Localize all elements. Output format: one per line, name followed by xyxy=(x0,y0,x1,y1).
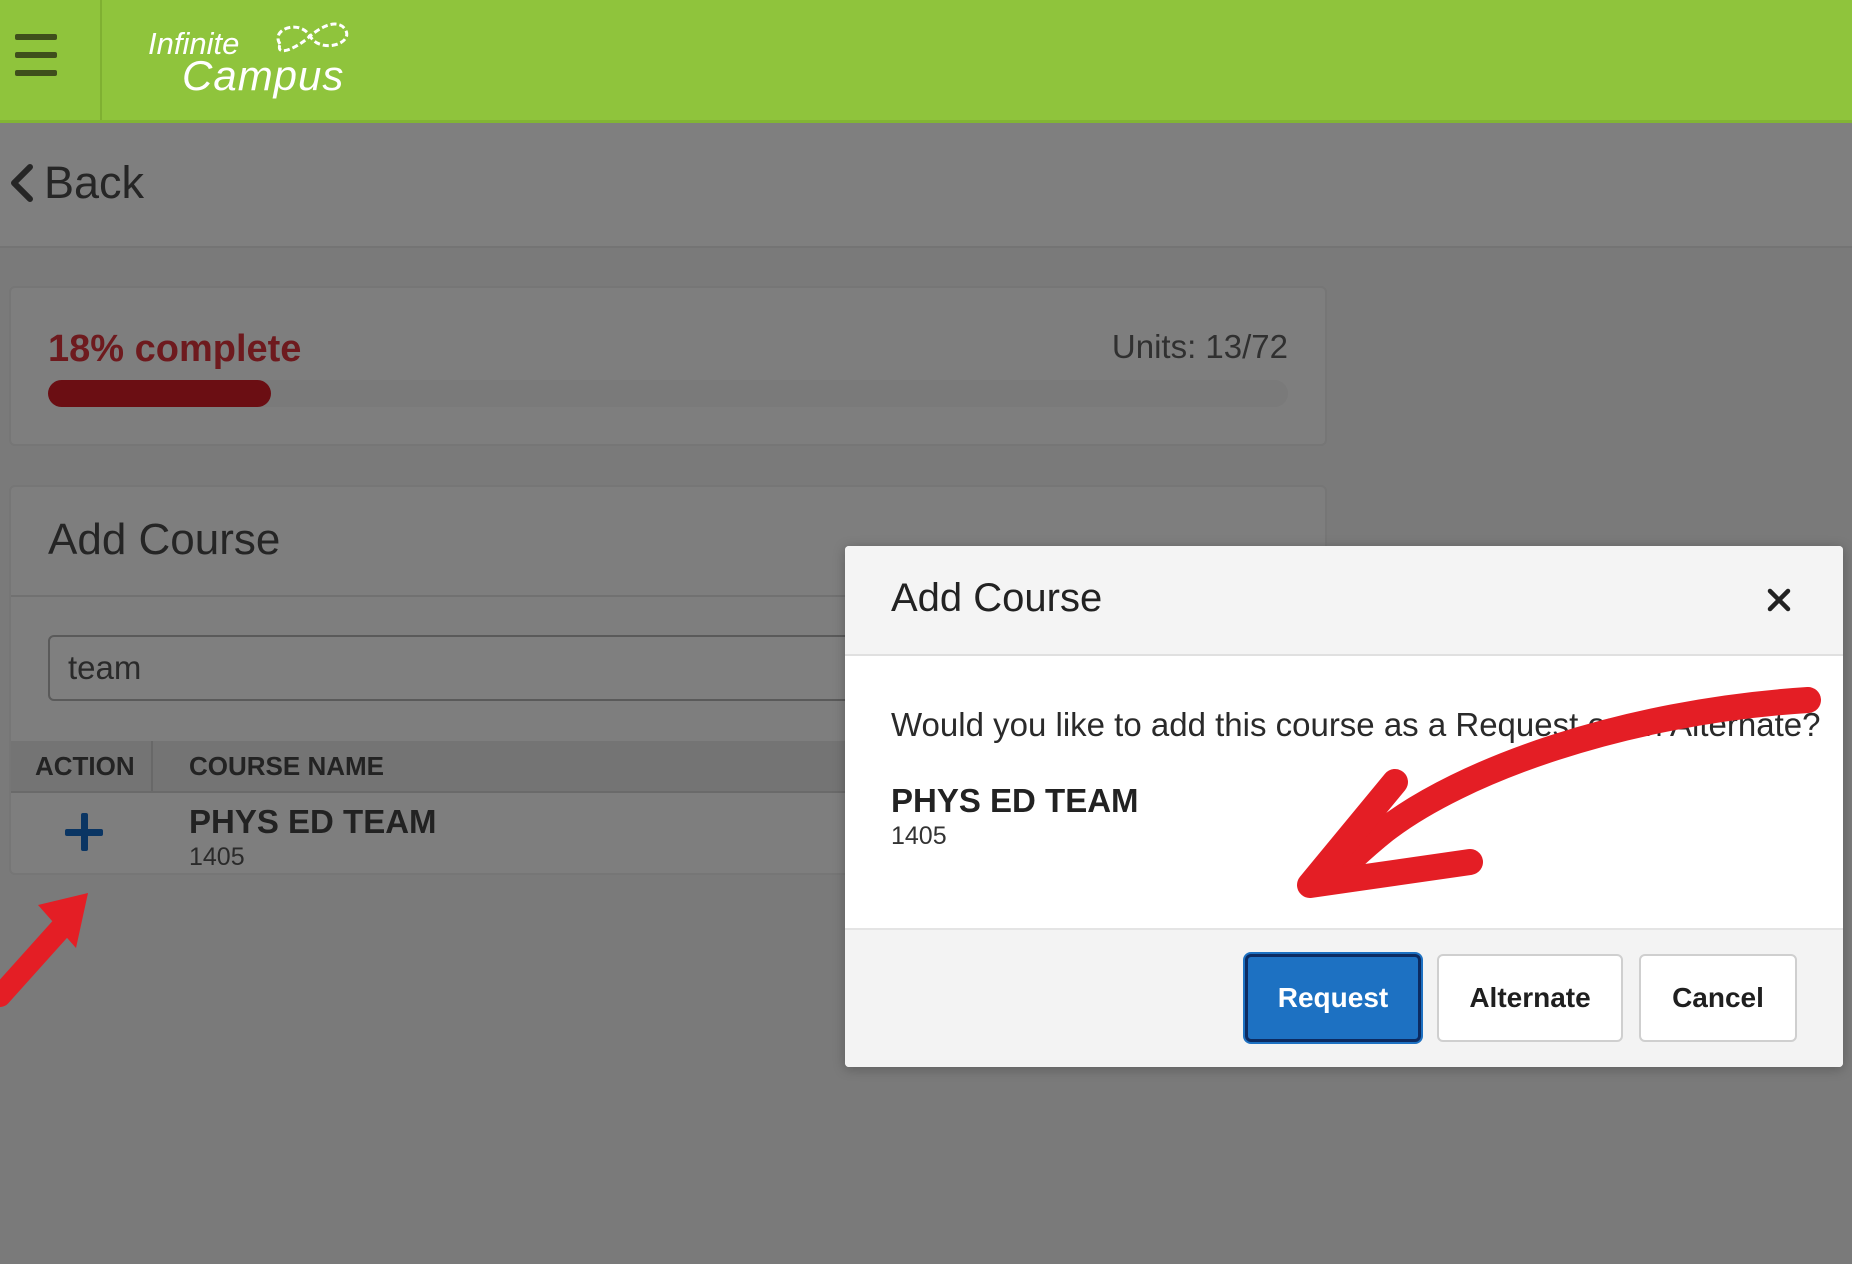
modal-question-text: Would you like to add this course as a R… xyxy=(891,706,1821,743)
back-label: Back xyxy=(44,157,145,208)
close-icon[interactable] xyxy=(1759,580,1799,620)
modal-course-name: PHYS ED TEAM xyxy=(891,782,1139,819)
column-header-action: ACTION xyxy=(35,751,135,781)
modal-footer: Request Alternate Cancel xyxy=(845,928,1843,1067)
cancel-button[interactable]: Cancel xyxy=(1639,954,1797,1042)
column-header-course-name: COURSE NAME xyxy=(189,751,385,781)
progress-bar-track xyxy=(48,380,1288,407)
top-navigation-bar: Infinite Campus xyxy=(0,0,1852,123)
course-number-cell: 1405 xyxy=(189,843,245,871)
progress-percent-label: 18% complete xyxy=(48,328,302,370)
annotation-arrowhead-small-icon xyxy=(38,893,88,948)
progress-bar-fill xyxy=(48,380,272,407)
plus-icon[interactable] xyxy=(61,809,107,855)
hamburger-menu-icon[interactable] xyxy=(0,0,102,120)
modal-header: Add Course xyxy=(845,546,1843,656)
back-link[interactable]: Back xyxy=(8,153,144,213)
modal-course-number: 1405 xyxy=(891,822,947,850)
course-name-cell: PHYS ED TEAM xyxy=(189,803,437,840)
column-divider xyxy=(151,741,153,791)
back-navigation-bar: Back xyxy=(0,123,1852,248)
request-button[interactable]: Request xyxy=(1245,954,1421,1042)
add-course-modal: Add Course Would you like to add this co… xyxy=(845,546,1843,1067)
progress-card: 18% complete Units: 13/72 xyxy=(9,286,1327,446)
modal-title: Add Course xyxy=(891,576,1103,620)
infinite-campus-logo[interactable]: Infinite Campus xyxy=(148,14,388,104)
annotation-arrow-to-add-icon xyxy=(0,907,81,1007)
chevron-left-icon xyxy=(11,164,33,202)
logo-infinity-icon xyxy=(276,22,349,53)
alternate-button[interactable]: Alternate xyxy=(1437,954,1623,1042)
modal-body: Would you like to add this course as a R… xyxy=(845,656,1843,956)
units-label: Units: 13/72 xyxy=(1111,328,1288,365)
add-course-heading: Add Course xyxy=(48,515,281,564)
